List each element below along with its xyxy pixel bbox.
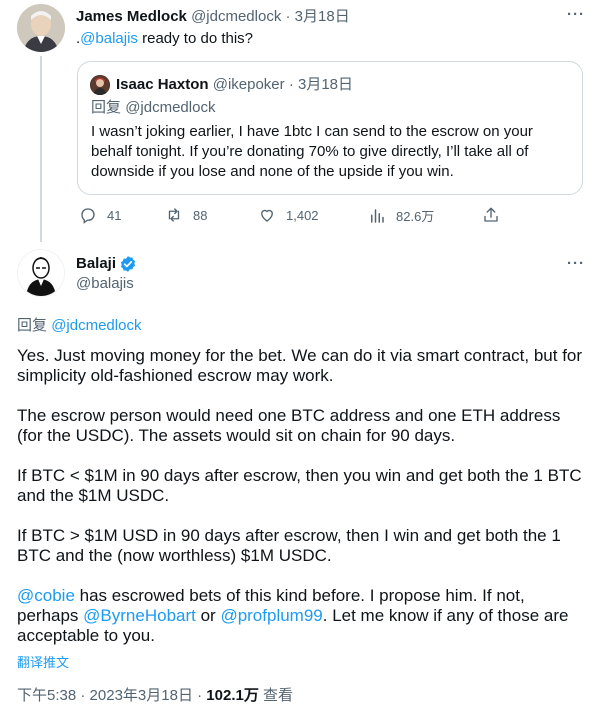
views-count: 82.6万 [396,209,435,224]
quote-separator: · [288,76,294,93]
main-tweet-meta: 下午5:38 · 2023年3月18日 · 102.1万 查看 [17,686,293,706]
main-reply-to-handle[interactable]: @jdcmedlock [51,317,141,334]
verified-badge-icon [120,256,136,272]
main-paragraph-4: If BTC > $1M USD in 90 days after escrow… [17,526,561,565]
like-count: 1,402 [286,207,319,223]
reply-action-bar: 41 88 1,402 82.6万 [76,206,506,226]
mention-cobie[interactable]: @cobie [17,586,75,605]
main-time[interactable]: 下午5:38 [17,687,76,704]
reply-author-handle[interactable]: @jdcmedlock [191,8,281,25]
quote-text: I wasn’t joking earlier, I have 1btc I c… [91,123,533,180]
main-views-count: 102.1万 [206,687,259,704]
reply-text-rest: ready to do this? [137,30,254,47]
reply-date[interactable]: 3月18日 [295,8,350,25]
share-button[interactable] [482,206,510,224]
views-icon [371,208,384,223]
main-meta-separator-2: · [197,687,203,704]
mention-profplum99[interactable]: @profplum99 [220,606,322,625]
reply-header: James Medlock @jdcmedlock · 3月18日 [76,7,350,27]
retweet-count: 88 [193,207,208,223]
retweet-button[interactable]: 88 [165,206,207,224]
quoted-tweet[interactable]: Isaac Haxton @ikepoker · 3月18日 回复 @jdcme… [77,61,583,195]
quote-reply-to-handle: @jdcmedlock [125,99,216,116]
reply-tweet[interactable]: James Medlock @jdcmedlock · 3月18日 ··· .@… [0,0,601,242]
quote-reply-to: 回复 @jdcmedlock [91,98,215,118]
reply-text: .@balajis ready to do this? [76,29,253,49]
reply-icon [81,208,95,224]
share-icon [484,207,498,222]
main-reply-to-label: 回复 [17,317,48,334]
thread-line [40,56,42,242]
retweet-icon [168,208,180,222]
main-more-icon[interactable]: ··· [567,255,585,272]
main-author[interactable]: Balaji [76,254,137,274]
main-tweet-text: Yes. Just moving money for the bet. We c… [17,346,587,646]
quote-date: 3月18日 [298,76,354,93]
main-paragraph-5-text-2: or [195,606,221,625]
quote-header: Isaac Haxton @ikepoker · 3月18日 [116,75,353,95]
balaji-avatar[interactable] [17,249,65,297]
quote-reply-to-label: 回复 [91,99,122,116]
reply-separator: · [285,8,291,25]
mention-balajis[interactable]: @balajis [80,30,138,47]
like-button[interactable]: 1,402 [258,206,319,224]
mention-byrnehobart[interactable]: @ByrneHobart [83,606,196,625]
main-author-name[interactable]: Balaji [76,254,116,274]
main-views-label: 查看 [263,687,294,704]
main-paragraph-2: The escrow person would need one BTC add… [17,406,561,445]
reply-author-name[interactable]: James Medlock [76,8,187,25]
main-meta-separator: · [80,687,86,704]
main-paragraph-5: @cobie has escrowed bets of this kind be… [17,586,587,646]
translate-tweet-link[interactable]: 翻译推文 [17,652,69,671]
like-icon [261,209,273,222]
main-reply-to: 回复 @jdcmedlock [17,316,141,336]
quote-author-handle: @ikepoker [212,76,285,93]
views-button[interactable]: 82.6万 [368,206,434,225]
reply-count: 41 [107,207,122,223]
main-paragraph-1: Yes. Just moving money for the bet. We c… [17,346,583,385]
main-paragraph-3: If BTC < $1M in 90 days after escrow, th… [17,466,582,505]
reply-more-icon[interactable]: ··· [567,6,585,23]
isaac-haxton-avatar [90,75,110,95]
reply-button[interactable]: 41 [79,206,121,224]
main-author-handle[interactable]: @balajis [76,274,134,294]
main-date[interactable]: 2023年3月18日 [90,687,193,704]
quote-author-name: Isaac Haxton [116,76,209,93]
james-medlock-avatar[interactable] [17,4,65,52]
